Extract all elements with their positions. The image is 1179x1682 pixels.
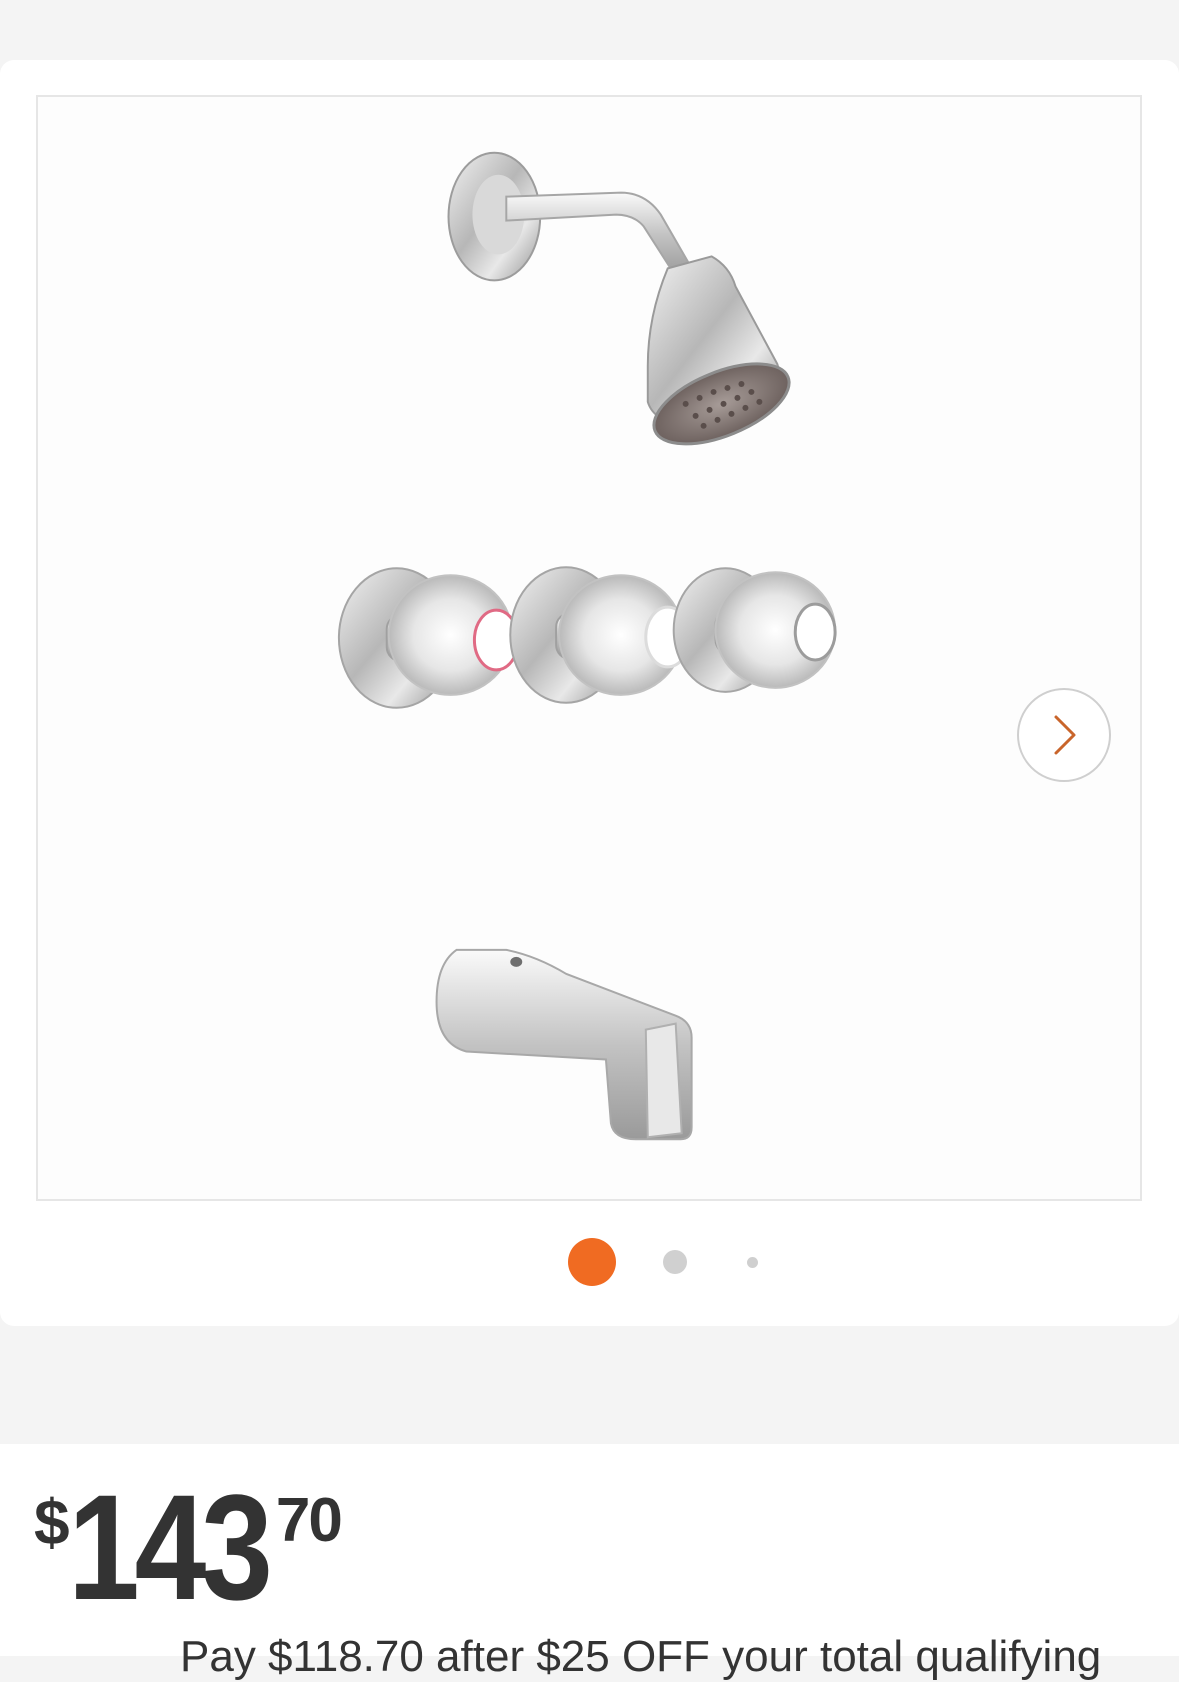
- promo-text: Pay $118.70 after $25 OFF your total qua…: [180, 1632, 1102, 1681]
- image-pagination-dots: [0, 1238, 1179, 1288]
- product-image-frame[interactable]: [36, 95, 1142, 1201]
- pagination-dot-3[interactable]: [747, 1257, 758, 1268]
- top-spacer: [0, 0, 1179, 60]
- product-price: $ 143 70: [34, 1472, 343, 1622]
- product-gallery: [0, 60, 1179, 1326]
- product-image: [337, 151, 837, 1141]
- next-image-button[interactable]: [1017, 688, 1111, 782]
- pagination-dot-1[interactable]: [568, 1238, 616, 1286]
- handles-illustration: [337, 566, 837, 709]
- showerhead-illustration: [447, 151, 791, 446]
- pagination-dot-2[interactable]: [663, 1250, 687, 1274]
- chevron-right-icon: [1054, 715, 1076, 755]
- tub-spout-illustration: [435, 948, 693, 1141]
- price-dollars: 143: [67, 1463, 273, 1631]
- price-cents: 70: [275, 1486, 343, 1555]
- price-section: $ 143 70 Pay $118.70 after $25 OFF your …: [0, 1444, 1179, 1681]
- price-currency-symbol: $: [34, 1486, 70, 1558]
